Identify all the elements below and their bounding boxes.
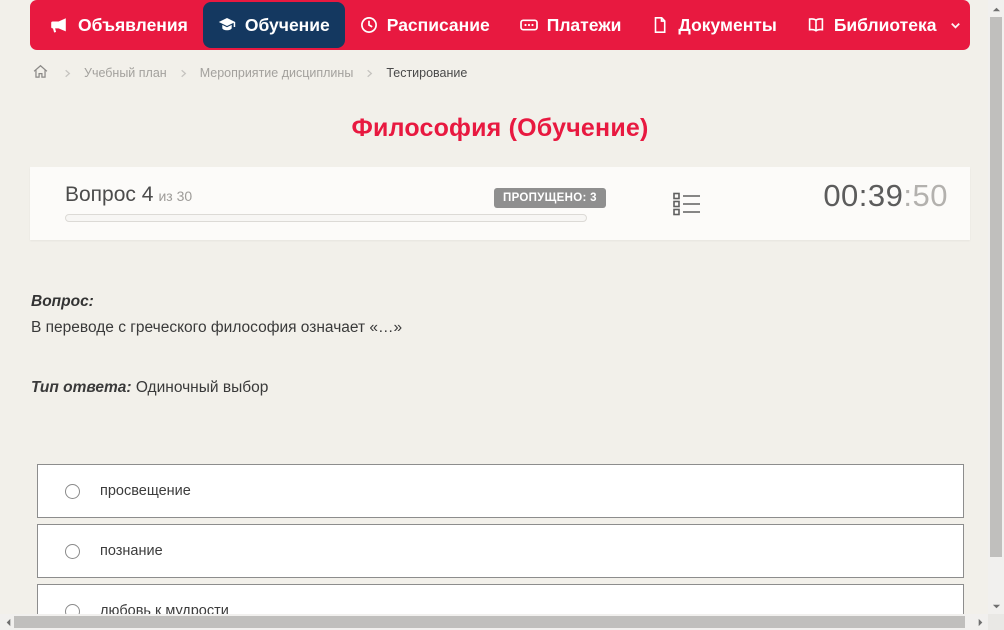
vertical-scrollbar[interactable] bbox=[988, 0, 1004, 614]
answer-type-value: Одиночный выбор bbox=[135, 379, 269, 396]
radio-button[interactable] bbox=[65, 543, 80, 559]
vertical-scrollbar-thumb[interactable] bbox=[990, 17, 1002, 557]
breadcrumb-item-curriculum[interactable]: Учебный план bbox=[84, 66, 167, 80]
nav-item-label: Библиотека bbox=[833, 14, 937, 35]
option-label: познание bbox=[100, 543, 163, 559]
main-navbar: Объявления Обучение Расписание Платежи Д… bbox=[30, 0, 970, 50]
progress-bar bbox=[65, 214, 587, 222]
question-list-button[interactable] bbox=[673, 191, 701, 222]
timer-main: 00:39 bbox=[823, 178, 904, 213]
nav-item-schedule[interactable]: Расписание bbox=[345, 2, 505, 48]
nav-item-training[interactable]: Обучение bbox=[202, 2, 345, 48]
answer-option[interactable]: познание bbox=[37, 524, 964, 578]
clock-icon bbox=[360, 16, 378, 34]
question-number: Вопрос 4 bbox=[65, 183, 154, 206]
nav-item-documents[interactable]: Документы bbox=[636, 2, 791, 48]
chevron-right-icon bbox=[364, 68, 375, 79]
option-label: просвещение bbox=[100, 483, 191, 499]
scroll-down-icon[interactable] bbox=[992, 602, 1001, 611]
countdown-timer: 00:39:50 bbox=[823, 178, 948, 214]
nav-item-announcements[interactable]: Объявления bbox=[36, 2, 203, 48]
banknote-icon bbox=[519, 16, 538, 34]
question-heading: Вопрос: bbox=[31, 293, 94, 310]
horizontal-scrollbar[interactable] bbox=[0, 614, 988, 630]
chevron-right-icon bbox=[62, 68, 73, 79]
scroll-right-icon[interactable] bbox=[976, 618, 985, 627]
answer-options: просвещение познание любовь к мудрости bbox=[37, 464, 964, 630]
chevron-down-icon bbox=[949, 19, 962, 32]
nav-item-label: Расписание bbox=[386, 14, 490, 35]
page-title: Философия (Обучение) bbox=[351, 114, 649, 142]
timer-seconds: :50 bbox=[903, 178, 948, 213]
scrollbar-corner bbox=[988, 614, 1004, 630]
horizontal-scrollbar-thumb[interactable] bbox=[14, 616, 965, 628]
megaphone-icon bbox=[51, 16, 69, 34]
nav-item-library[interactable]: Библиотека bbox=[792, 2, 978, 48]
breadcrumb-item-discipline-event[interactable]: Мероприятие дисциплины bbox=[200, 66, 354, 80]
home-icon bbox=[32, 63, 49, 83]
breadcrumb-item-testing: Тестирование bbox=[386, 66, 468, 80]
radio-button[interactable] bbox=[65, 483, 80, 499]
answer-type-line: Тип ответа: Одиночный выбор bbox=[31, 379, 268, 397]
nav-item-label: Обучение bbox=[244, 14, 330, 35]
nav-item-label: Объявления bbox=[78, 14, 188, 35]
scroll-up-icon[interactable] bbox=[992, 5, 1001, 14]
question-total: из 30 bbox=[158, 188, 193, 204]
nav-item-payments[interactable]: Платежи bbox=[505, 2, 637, 48]
scroll-left-icon[interactable] bbox=[4, 618, 13, 627]
question-header-card: Вопрос 4 из 30 ПРОПУЩЕНО: 3 00:39:50 bbox=[30, 167, 970, 240]
answer-type-label: Тип ответа: bbox=[31, 379, 132, 396]
answer-option[interactable]: просвещение bbox=[37, 464, 964, 518]
quiz-page: Объявления Обучение Расписание Платежи Д… bbox=[0, 0, 1004, 630]
question-list-icon bbox=[673, 191, 701, 222]
skipped-badge: ПРОПУЩЕНО: 3 bbox=[494, 188, 606, 208]
chevron-right-icon bbox=[178, 68, 189, 79]
breadcrumb-home-link[interactable] bbox=[32, 63, 49, 83]
question-text: В переводе с греческого философия означа… bbox=[31, 319, 403, 336]
document-icon bbox=[651, 16, 669, 34]
graduation-cap-icon bbox=[218, 16, 236, 34]
breadcrumb: Учебный план Мероприятие дисциплины Тест… bbox=[32, 60, 467, 86]
question-counter: Вопрос 4 из 30 bbox=[65, 183, 192, 207]
nav-item-label: Платежи bbox=[546, 14, 622, 35]
open-book-icon bbox=[807, 16, 825, 34]
nav-item-label: Документы bbox=[678, 14, 777, 35]
